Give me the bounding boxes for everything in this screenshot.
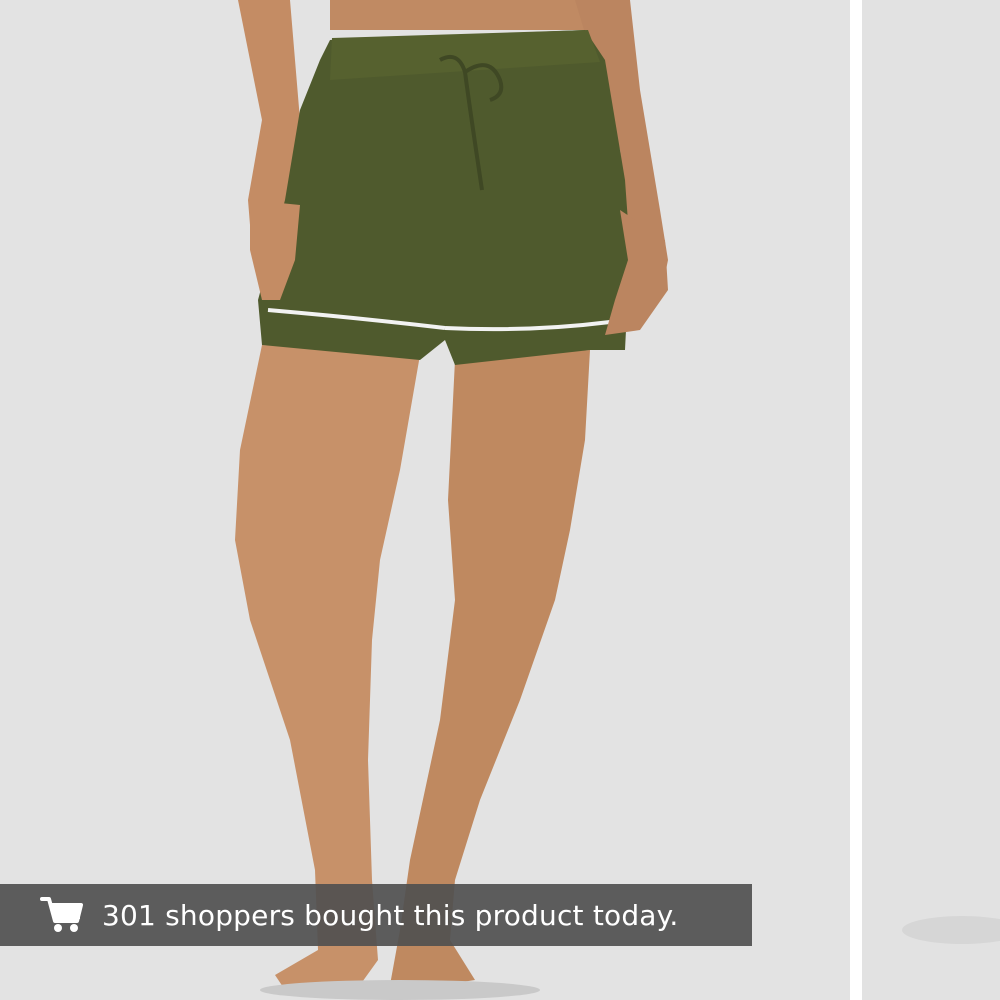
product-image-slide[interactable]: 301 shoppers bought this product today. — [0, 0, 850, 1000]
next-product-image-slide[interactable] — [862, 0, 1000, 1000]
product-photo — [0, 0, 850, 1000]
slide-divider — [850, 0, 862, 1000]
torso — [330, 0, 585, 30]
next-product-photo — [862, 0, 1000, 1000]
product-image-gallery[interactable]: 301 shoppers bought this product today. — [0, 0, 1000, 1000]
feet-shadow — [260, 980, 540, 1000]
social-proof-text: 301 shoppers bought this product today. — [102, 898, 679, 932]
shopping-cart-icon — [40, 895, 84, 935]
social-proof-banner: 301 shoppers bought this product today. — [0, 884, 752, 946]
